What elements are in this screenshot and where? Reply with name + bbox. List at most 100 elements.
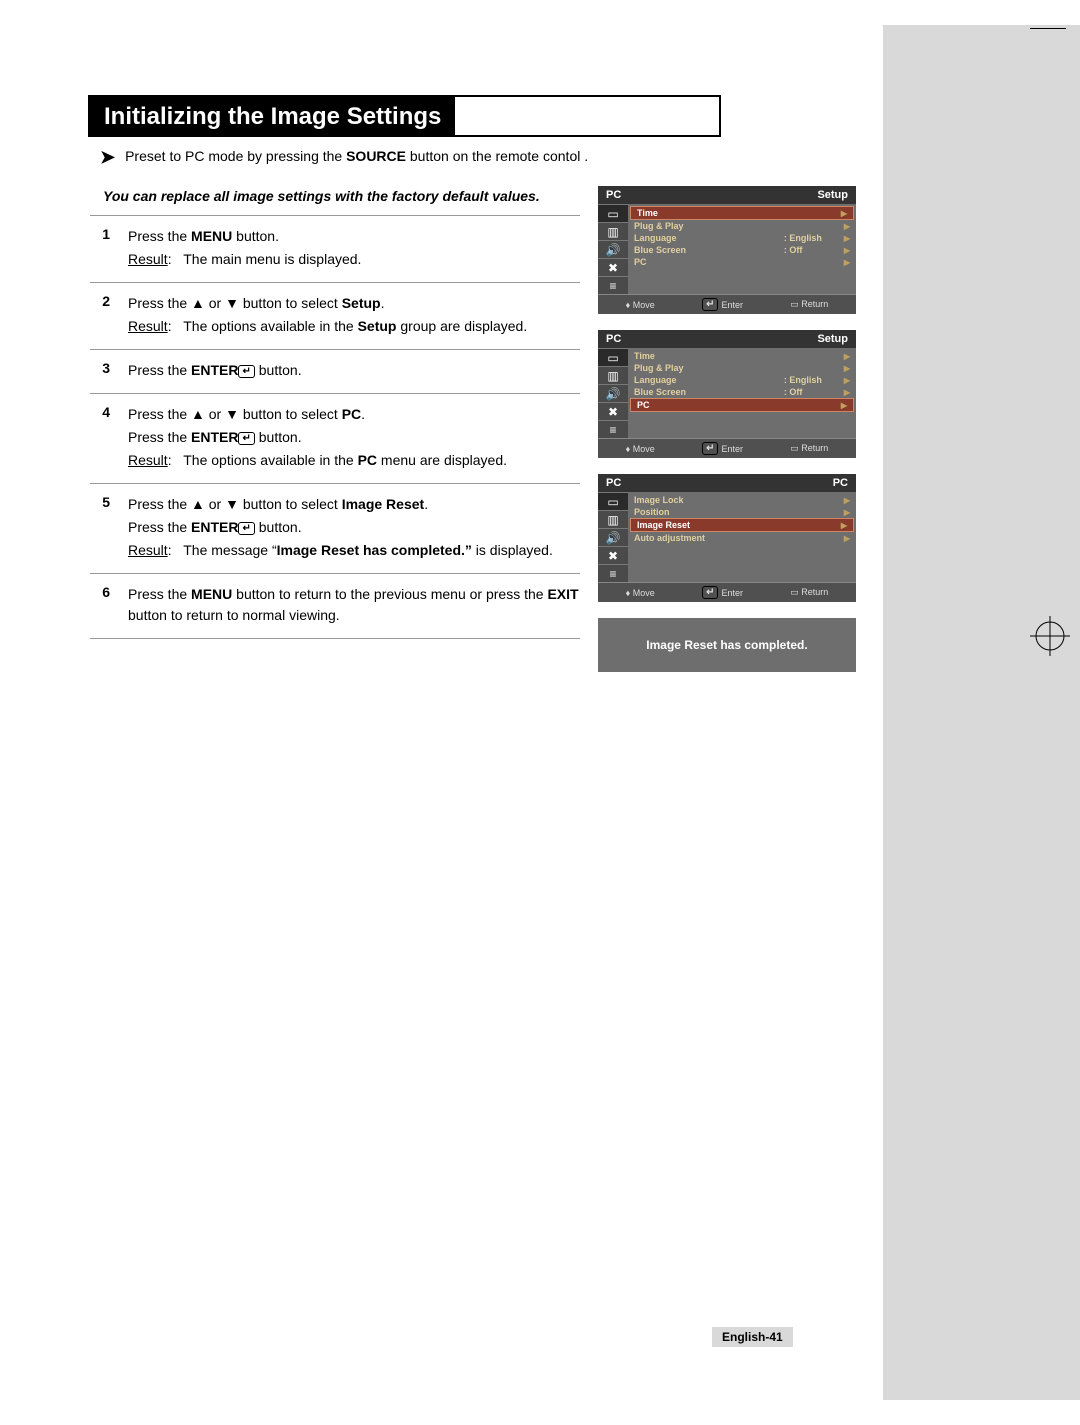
osd-category-icon: ▭ (598, 204, 628, 222)
step-number: 4 (90, 404, 110, 473)
osd-item-label: PC (634, 257, 784, 267)
osd-menu-item: Blue Screen: Off▶ (628, 244, 856, 256)
osd-icon-column: ▭▥🔊✖≡ (598, 492, 628, 582)
osd-item-label: Time (637, 208, 781, 218)
osd-category-icon: 🔊 (598, 384, 628, 402)
step-line: Press the ▲ or ▼ button to select Image … (128, 494, 580, 515)
osd-category-icon: ✖ (598, 258, 628, 276)
step-line: Press the ENTER↵ button. (128, 360, 580, 381)
osd-item-label: Plug & Play (634, 363, 784, 373)
chevron-right-icon: ▶ (841, 521, 847, 530)
chevron-right-icon: ▶ (844, 234, 850, 243)
step-line: Result: The main menu is displayed. (128, 249, 580, 270)
chevron-right-icon: ▶ (844, 376, 850, 385)
osd-screenshot: PCSetup▭▥🔊✖≡Time▶Plug & Play▶Language: E… (598, 330, 856, 458)
steps-list: 1 Press the MENU button.Result: The main … (90, 215, 580, 639)
step-line: Press the ▲ or ▼ button to select PC. (128, 404, 580, 425)
step-body: Press the ENTER↵ button. (128, 360, 580, 383)
osd-item-label: Image Lock (634, 495, 784, 505)
step-number: 3 (90, 360, 110, 383)
osd-menu-item: Language: English▶ (628, 374, 856, 386)
registration-mark-icon (1030, 616, 1070, 656)
crop-mark (1030, 28, 1066, 36)
osd-item-label: Position (634, 507, 784, 517)
osd-item-value: : Off (784, 245, 844, 255)
step: 5 Press the ▲ or ▼ button to select Image… (90, 483, 580, 573)
step-line: Press the MENU button. (128, 226, 580, 247)
osd-footer: ♦ Move↵ Enter▭ Return (598, 294, 856, 314)
osd-menu-list: Time▶Plug & Play▶Language: English▶Blue … (628, 348, 856, 438)
osd-category-icon: 🔊 (598, 240, 628, 258)
osd-hint-enter: ↵ Enter (702, 298, 743, 311)
chevron-right-icon: ▶ (844, 222, 850, 231)
chevron-right-icon: ▶ (844, 258, 850, 267)
osd-category-icon: ≡ (598, 420, 628, 438)
osd-category-icon: ▥ (598, 222, 628, 240)
note-pre: Preset to PC mode by pressing the (125, 148, 346, 164)
chevron-right-icon: ▶ (841, 401, 847, 410)
osd-category-icon: 🔊 (598, 528, 628, 546)
osd-category-icon: ✖ (598, 546, 628, 564)
osd-item-value: : English (784, 233, 844, 243)
osd-category-icon: ✖ (598, 402, 628, 420)
osd-item-label: Blue Screen (634, 245, 784, 255)
osd-header-right: PC (833, 477, 848, 489)
osd-menu-item: Plug & Play ▶ (628, 220, 856, 232)
osd-menu-list: Image Lock▶Position▶Image Reset▶Auto adj… (628, 492, 856, 582)
osd-menu-item: Plug & Play ▶ (628, 362, 856, 374)
osd-item-label: Plug & Play (634, 221, 784, 231)
note-strong: SOURCE (346, 148, 406, 164)
osd-menu-item: Blue Screen: Off▶ (628, 386, 856, 398)
chevron-right-icon: ▶ (844, 508, 850, 517)
step-line: Press the MENU button to return to the p… (128, 584, 580, 626)
osd-category-icon: ▥ (598, 366, 628, 384)
chevron-right-icon: ▶ (841, 209, 847, 218)
step-line: Result: The message “Image Reset has com… (128, 540, 580, 561)
osd-category-icon: ▥ (598, 510, 628, 528)
chevron-right-icon: ▶ (844, 364, 850, 373)
enter-icon: ↵ (702, 442, 718, 455)
osd-header-left: PC (606, 189, 621, 201)
osd-menu-item: Time▶ (628, 350, 856, 362)
osd-hint-return: ▭ Return (790, 586, 828, 599)
step-line: Result: The options available in the Set… (128, 316, 580, 337)
osd-menu-item: Image Reset▶ (630, 518, 854, 532)
osd-header: PC PC (598, 474, 856, 492)
osd-item-label: Language (634, 233, 784, 243)
osd-header: PCSetup (598, 330, 856, 348)
step-body: Press the ▲ or ▼ button to select Image … (128, 494, 580, 563)
osd-menu-item: PC ▶ (630, 398, 854, 412)
osd-menu-list: Time▶Plug & Play▶Language: English▶Blue … (628, 204, 856, 294)
step-line: Result: The options available in the PC … (128, 450, 580, 471)
osd-category-icon: ▭ (598, 492, 628, 510)
osd-screenshot: PCSetup▭▥🔊✖≡Time▶Plug & Play▶Language: E… (598, 186, 856, 314)
osd-header: PC Setup (598, 186, 856, 204)
osd-menu-item: Time ▶ (630, 206, 854, 220)
osd-item-value: : English (784, 375, 844, 385)
osd-screenshot: PCPC▭▥🔊✖≡Image Lock▶Position▶Image Reset… (598, 474, 856, 602)
section-title: Initializing the Image Settings (90, 97, 455, 135)
osd-item-label: Blue Screen (634, 387, 784, 397)
step: 6Press the MENU button to return to the … (90, 573, 580, 639)
osd-menu-item: Auto adjustment▶ (628, 532, 856, 544)
osd-message-box: Image Reset has completed. (598, 618, 856, 672)
step-body: Press the MENU button to return to the p… (128, 584, 580, 628)
osd-header-left: PC (606, 477, 621, 489)
intro-text: You can replace all image settings with … (103, 188, 583, 204)
osd-header-right: Setup (817, 189, 848, 201)
step-number: 5 (90, 494, 110, 563)
step-body: Press the ▲ or ▼ button to select Setup.… (128, 293, 580, 339)
enter-icon: ↵ (238, 522, 254, 535)
osd-menu-item: Image Lock ▶ (628, 494, 856, 506)
step-number: 1 (90, 226, 110, 272)
osd-hint-move: ♦ Move (626, 298, 655, 311)
osd-item-label: PC (637, 400, 781, 410)
enter-icon: ↵ (702, 586, 718, 599)
chevron-right-icon: ▶ (844, 496, 850, 505)
step-line: Press the ENTER↵ button. (128, 427, 580, 448)
enter-icon: ↵ (238, 432, 254, 445)
osd-item-label: Time (634, 351, 784, 361)
step: 4 Press the ▲ or ▼ button to select PC.Pr… (90, 393, 580, 483)
note-text: Preset to PC mode by pressing the SOURCE… (125, 148, 588, 164)
osd-item-label: Auto adjustment (634, 533, 784, 543)
